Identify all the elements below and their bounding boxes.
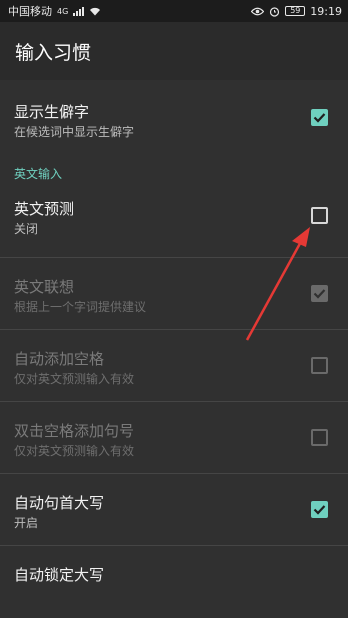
- setting-double-space-period[interactable]: 双击空格添加句号 仅对英文预测输入有效: [0, 402, 348, 474]
- setting-title: 自动添加空格: [14, 350, 105, 368]
- setting-show-rare-chars[interactable]: 显示生僻字 在候选词中显示生僻字: [0, 80, 348, 156]
- setting-title: 显示生僻字: [14, 103, 90, 121]
- battery-icon: 59: [285, 6, 306, 16]
- clock: 19:19: [310, 4, 342, 18]
- settings-list: 显示生僻字 在候选词中显示生僻字 英文输入 英文预测 关闭 英文联想 根据上一个…: [0, 80, 348, 618]
- setting-english-association[interactable]: 英文联想 根据上一个字词提供建议: [0, 258, 348, 330]
- show-rare-chars-checkbox[interactable]: [311, 109, 328, 126]
- cellular-signal-icon: [73, 6, 85, 16]
- english-prediction-checkbox[interactable]: [311, 207, 328, 224]
- battery-level: 59: [290, 6, 301, 15]
- setting-title: 双击空格添加句号: [14, 422, 135, 440]
- setting-auto-capitalize[interactable]: 自动句首大写 开启: [0, 474, 348, 546]
- status-bar: 中国移动 4G 59 19:19: [0, 0, 348, 22]
- checkmark-icon: [313, 113, 326, 123]
- setting-title: 自动锁定大写: [14, 566, 105, 584]
- network-type: 4G: [57, 6, 69, 16]
- setting-summary: 开启: [14, 516, 39, 530]
- auto-space-checkbox[interactable]: [311, 357, 328, 374]
- setting-summary: 根据上一个字词提供建议: [14, 300, 147, 314]
- setting-summary: 仅对英文预测输入有效: [14, 444, 135, 458]
- checkmark-icon: [313, 289, 326, 299]
- auto-capitalize-checkbox[interactable]: [311, 501, 328, 518]
- category-english-input: 英文输入: [0, 156, 348, 186]
- page-title: 输入习惯: [15, 41, 92, 64]
- setting-title: 自动句首大写: [14, 494, 105, 512]
- setting-auto-space[interactable]: 自动添加空格 仅对英文预测输入有效: [0, 330, 348, 402]
- setting-summary: 关闭: [14, 222, 39, 236]
- alarm-clock-icon: [270, 6, 280, 17]
- eye-icon: [251, 7, 265, 15]
- english-association-checkbox[interactable]: [311, 285, 328, 302]
- carrier-label: 中国移动: [8, 5, 52, 18]
- checkmark-icon: [313, 505, 326, 515]
- setting-summary: 仅对英文预测输入有效: [14, 372, 135, 386]
- setting-summary: 在候选词中显示生僻字: [14, 125, 135, 139]
- setting-title: 英文预测: [14, 200, 75, 218]
- setting-auto-caps-lock[interactable]: 自动锁定大写: [0, 546, 348, 618]
- app-bar: 输入习惯: [0, 22, 348, 80]
- double-space-period-checkbox[interactable]: [311, 429, 328, 446]
- category-label: 英文输入: [14, 167, 63, 181]
- status-left: 中国移动 4G: [8, 3, 101, 19]
- wifi-icon: [90, 7, 101, 16]
- setting-english-prediction[interactable]: 英文预测 关闭: [0, 186, 348, 258]
- setting-title: 英文联想: [14, 278, 75, 296]
- status-right: 59 19:19: [251, 5, 342, 18]
